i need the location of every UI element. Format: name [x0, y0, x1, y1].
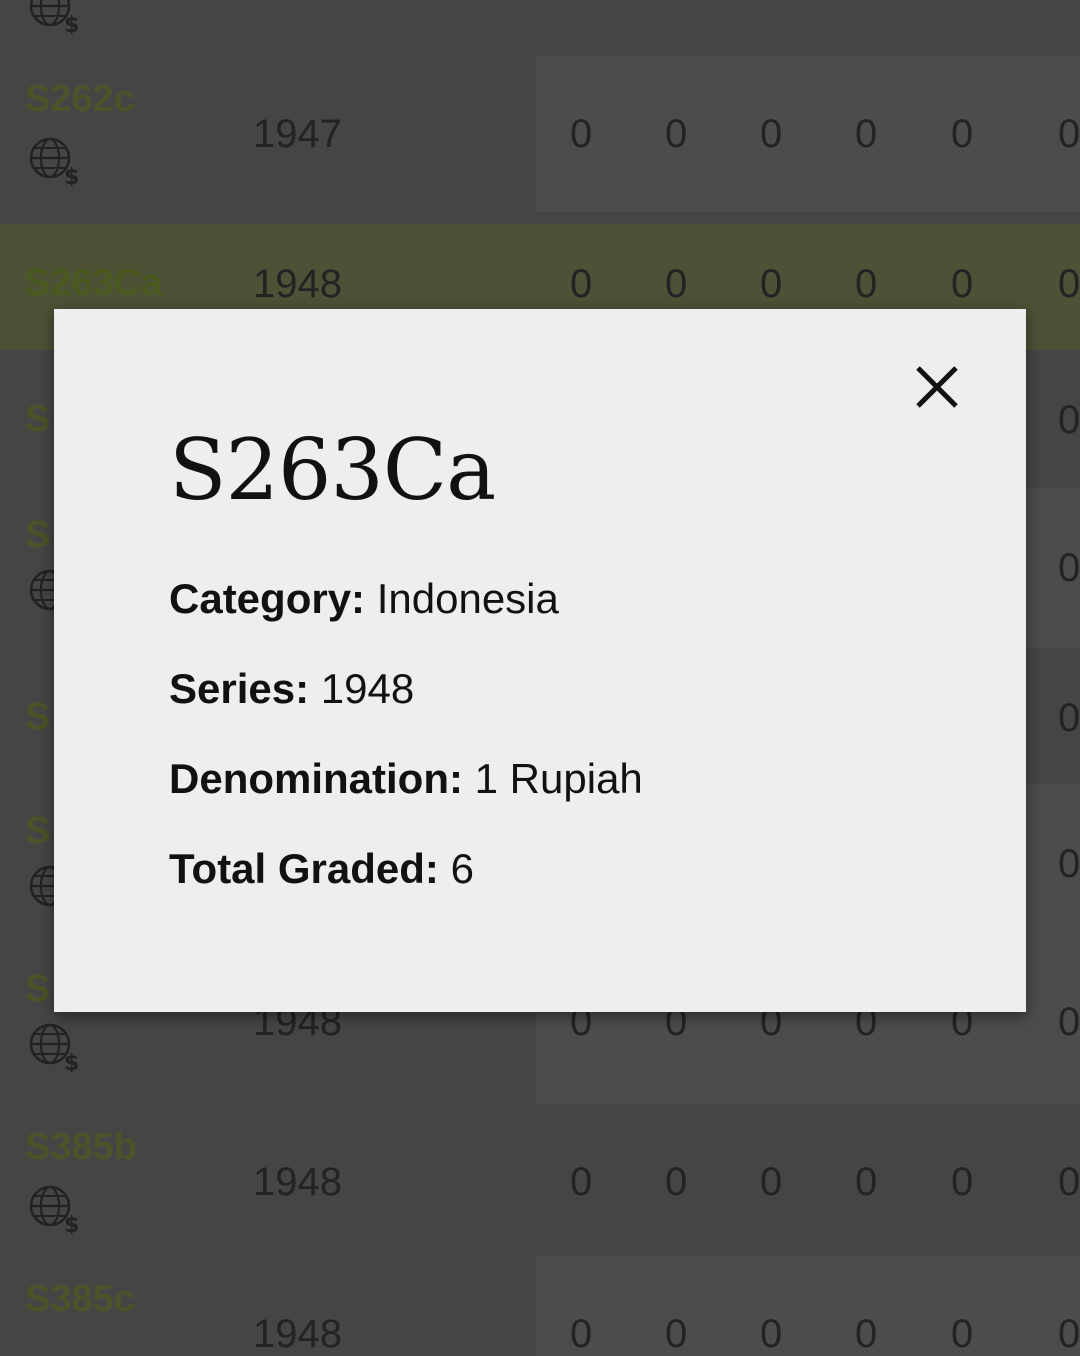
globe-dollar-icon[interactable]: $ [28, 136, 79, 190]
grade-count: 0 [1058, 842, 1080, 886]
catalog-code[interactable]: S [25, 400, 50, 438]
field-value: 6 [450, 845, 474, 892]
table-row[interactable]: S385c 1948 0 0 0 0 0 0 [0, 1256, 1080, 1356]
detail-dialog [54, 309, 1026, 1012]
svg-text:$: $ [64, 1213, 78, 1234]
grade-count: 0 [760, 112, 783, 156]
svg-text:$: $ [64, 165, 78, 186]
grade-count: 0 [760, 262, 783, 306]
grade-count: 0 [951, 262, 974, 306]
field-denomination: Denomination: 1 Rupiah [169, 758, 643, 800]
catalog-code[interactable]: S263Ca [25, 264, 162, 302]
grade-count: 0 [570, 112, 593, 156]
grade-count: 0 [1058, 1312, 1080, 1356]
table-row[interactable]: S262c $1947 0 0 0 0 0 0 [0, 56, 1080, 212]
grade-count: 0 [855, 1312, 878, 1356]
grade-count: 0 [760, 1160, 783, 1204]
series-year: 1947 [253, 112, 342, 156]
globe-dollar-icon[interactable]: $ [28, 1184, 79, 1238]
catalog-code[interactable]: S [25, 970, 50, 1008]
field-category: Category: Indonesia [169, 578, 559, 620]
grade-count: 0 [665, 1312, 688, 1356]
field-series: Series: 1948 [169, 668, 414, 710]
grade-count: 0 [855, 112, 878, 156]
row-band [536, 56, 1080, 212]
field-label: Denomination: [169, 755, 463, 802]
row-band [536, 1256, 1080, 1356]
close-button[interactable] [906, 356, 968, 418]
field-total-graded: Total Graded: 6 [169, 848, 474, 890]
grade-count: 0 [570, 262, 593, 306]
catalog-code[interactable]: S385c [25, 1280, 135, 1318]
field-value: 1 Rupiah [474, 755, 643, 802]
grade-count: 0 [1058, 1000, 1080, 1044]
grade-count: 0 [1058, 696, 1080, 740]
field-value: Indonesia [376, 575, 559, 622]
dialog-title: S263Ca [169, 421, 496, 519]
grade-count: 0 [951, 1160, 974, 1204]
field-label: Series: [169, 665, 310, 712]
series-year: 1948 [253, 1160, 342, 1204]
catalog-code[interactable]: S [25, 812, 50, 850]
grade-count: 0 [665, 1160, 688, 1204]
grade-count: 0 [570, 1312, 593, 1356]
grade-count: 0 [570, 1160, 593, 1204]
close-icon [916, 366, 958, 408]
field-label: Total Graded: [169, 845, 439, 892]
grade-count: 0 [1058, 398, 1080, 442]
catalog-code[interactable]: S [25, 516, 50, 554]
grade-count: 0 [760, 1312, 783, 1356]
catalog-code[interactable]: S [25, 698, 50, 736]
grade-count: 0 [1058, 262, 1080, 306]
globe-dollar-icon[interactable]: $ [28, 1022, 79, 1076]
grade-count: 0 [855, 262, 878, 306]
table-row[interactable]: $ [0, 0, 1080, 56]
field-label: Category: [169, 575, 366, 622]
globe-dollar-icon[interactable]: $ [28, 0, 79, 38]
grade-count: 0 [951, 1312, 974, 1356]
grade-count: 0 [951, 112, 974, 156]
series-year: 1948 [253, 262, 342, 306]
svg-text:$: $ [64, 1051, 78, 1072]
catalog-code[interactable]: S262c [25, 80, 135, 118]
svg-text:$: $ [64, 13, 78, 34]
grade-count: 0 [665, 262, 688, 306]
catalog-code[interactable]: S385b [25, 1128, 137, 1166]
grade-count: 0 [665, 112, 688, 156]
grade-count: 0 [1058, 112, 1080, 156]
grade-count: 0 [855, 1160, 878, 1204]
field-value: 1948 [320, 665, 415, 712]
table-row[interactable]: S385b $1948 0 0 0 0 0 0 [0, 1104, 1080, 1256]
grade-count: 0 [1058, 546, 1080, 590]
grade-count: 0 [1058, 1160, 1080, 1204]
series-year: 1948 [253, 1312, 342, 1356]
